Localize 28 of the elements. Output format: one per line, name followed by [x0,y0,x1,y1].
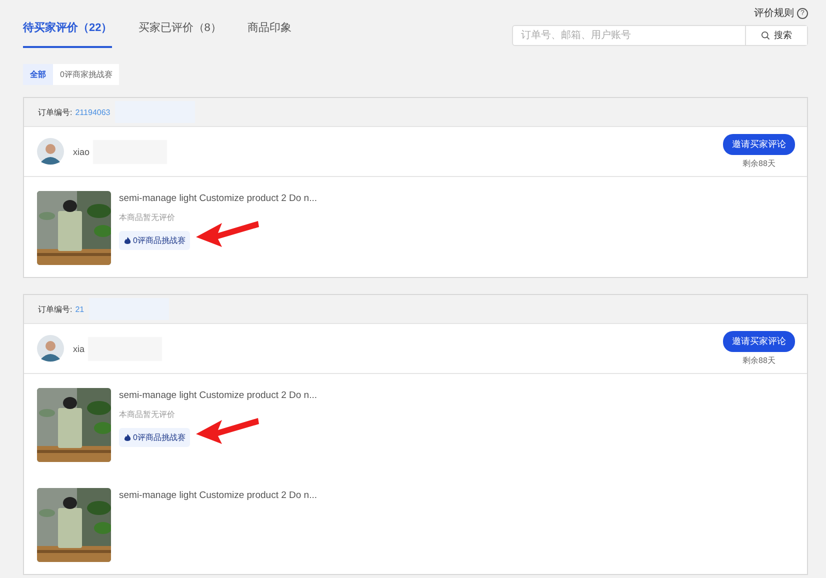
avatar [37,138,64,165]
order-label: 订单编号: [38,304,72,314]
flame-icon [124,236,131,244]
tab[interactable]: 待买家评价（22） [23,20,112,48]
product-title[interactable]: semi-manage light Customize product 2 Do n... [119,490,318,501]
avatar [37,335,64,362]
buyer-name: xiao [73,146,90,156]
challenge-tag[interactable]: 0评商品挑战赛 [119,231,190,250]
review-status: 本商品暂无评价 [119,409,176,420]
challenge-tag[interactable]: 0评商品挑战赛 [119,428,190,447]
remaining-days: 剩余88天 [742,158,776,169]
search-button[interactable]: 搜索 [745,26,807,45]
tab[interactable]: 买家已评价（8） [138,20,222,48]
tab[interactable]: 商品印象 [247,20,292,48]
search-field[interactable]: 订单号、邮箱、用户账号 搜索 [512,25,808,46]
invite-review-button[interactable]: 邀请买家评论 [723,331,795,352]
product-title[interactable]: semi-manage light Customize product 2 Do n... [119,193,318,204]
remaining-days: 剩余88天 [742,355,776,366]
flame-icon [124,434,131,442]
review-status: 本商品暂无评价 [119,212,176,223]
order-label: 订单编号: [38,106,72,118]
search-icon [761,31,770,40]
filter-chip[interactable]: 全部 [23,64,53,85]
product-title[interactable]: semi-manage light Customize product 2 Do n... [119,390,318,401]
rules-link[interactable]: 评价规则 [754,6,794,20]
buyer-name: xia [73,344,85,354]
filter-chip[interactable]: 0评商家挑战赛 [53,64,120,85]
invite-review-button[interactable]: 邀请买家评论 [723,134,795,155]
